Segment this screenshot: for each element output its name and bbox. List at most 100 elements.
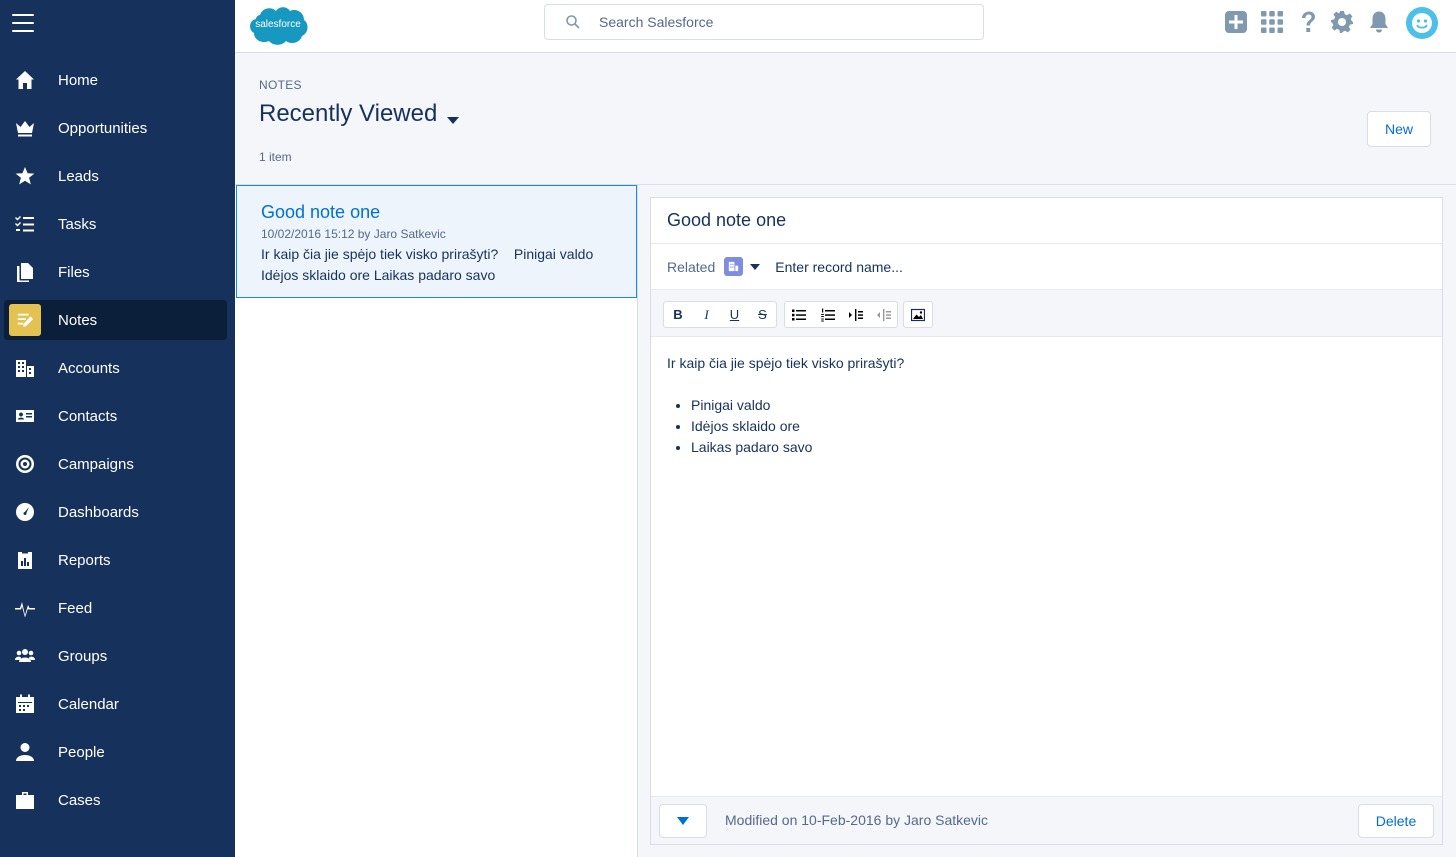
record-type-icon[interactable]: [724, 257, 744, 276]
note-list: Good note one 10/02/2016 15:12 by Jaro S…: [235, 185, 638, 857]
nav-item-files[interactable]: Files: [4, 252, 227, 292]
star-icon: [4, 166, 46, 186]
nav-item-reports[interactable]: Reports: [4, 540, 227, 580]
nav-item-accounts[interactable]: Accounts: [4, 348, 227, 388]
indent-icon: [848, 308, 863, 321]
nav-label: Files: [58, 263, 90, 281]
note-title-input[interactable]: [651, 198, 1442, 244]
nav-item-notes[interactable]: Notes: [4, 300, 227, 340]
bulleted-list-button[interactable]: [785, 302, 813, 327]
note-meta: 10/02/2016 15:12 by Jaro Satkevic: [261, 227, 446, 241]
object-label: NOTES: [259, 78, 302, 92]
nav-label: Leads: [58, 167, 99, 185]
list-view-header: NOTES Recently Viewed 1 item New: [235, 53, 1456, 185]
numbered-list-button[interactable]: [813, 302, 841, 327]
note-body[interactable]: Ir kaip čia jie spėjo tiek visko prirašy…: [667, 353, 1427, 458]
italic-button[interactable]: I: [692, 302, 720, 327]
contact-card-icon: [4, 406, 46, 426]
building-icon: [4, 358, 46, 378]
indent-button[interactable]: [841, 302, 869, 327]
gauge-icon: [4, 502, 46, 522]
nav-item-groups[interactable]: Groups: [4, 636, 227, 676]
nav-item-contacts[interactable]: Contacts: [4, 396, 227, 436]
underline-button[interactable]: U: [720, 302, 748, 327]
list-view-title[interactable]: Recently Viewed: [259, 100, 437, 128]
chevron-down-icon[interactable]: [446, 115, 460, 125]
list-item: Pinigai valdo: [691, 395, 1427, 416]
note-bullet-list: Pinigai valdo Idėjos sklaido ore Laikas …: [667, 395, 1427, 458]
outdent-icon: [876, 308, 891, 321]
app-launcher-icon[interactable]: [1260, 10, 1284, 34]
insert-image-button[interactable]: [904, 302, 932, 327]
chevron-down-icon: [677, 817, 689, 825]
delete-button[interactable]: Delete: [1358, 804, 1434, 838]
modified-info: Modified on 10-Feb-2016 by Jaro Satkevic: [725, 812, 989, 828]
target-icon: [4, 454, 46, 474]
nav-label: Accounts: [58, 359, 120, 377]
setup-gear-icon[interactable]: [1330, 10, 1354, 34]
nav-label: Cases: [58, 791, 101, 809]
list-format-group: [784, 301, 898, 328]
strikethrough-button[interactable]: S: [748, 302, 776, 327]
image-icon: [911, 308, 925, 321]
rich-text-toolbar: B I U S: [651, 290, 1442, 337]
nav-item-feed[interactable]: Feed: [4, 588, 227, 628]
editor-footer: Modified on 10-Feb-2016 by Jaro Satkevic…: [651, 796, 1442, 844]
salesforce-logo[interactable]: salesforce: [246, 3, 310, 47]
bulleted-list-icon: [792, 309, 806, 320]
menu-icon[interactable]: [12, 14, 34, 32]
related-row: Related: [651, 244, 1442, 290]
global-search[interactable]: [544, 4, 984, 40]
crown-icon: [4, 118, 46, 138]
nav-item-tasks[interactable]: Tasks: [4, 204, 227, 244]
record-name-input[interactable]: [775, 258, 1176, 275]
note-editor: Related B I U S: [650, 197, 1443, 845]
files-icon: [4, 262, 46, 282]
avatar[interactable]: [1406, 7, 1438, 39]
insert-group: [903, 301, 933, 328]
more-actions-button[interactable]: [659, 804, 707, 838]
nav-label: Opportunities: [58, 119, 148, 137]
nav-item-dashboards[interactable]: Dashboards: [4, 492, 227, 532]
note-paragraph: Ir kaip čia jie spėjo tiek visko prirašy…: [667, 355, 905, 371]
nav-label: People: [58, 743, 105, 761]
search-input[interactable]: [599, 14, 959, 30]
nav-item-calendar[interactable]: Calendar: [4, 684, 227, 724]
search-icon: [566, 15, 580, 29]
note-title-link[interactable]: Good note one: [261, 202, 380, 223]
person-icon: [4, 742, 46, 762]
nav-label: Reports: [58, 551, 111, 569]
report-icon: [4, 550, 46, 570]
notifications-bell-icon[interactable]: [1367, 10, 1391, 34]
nav-item-leads[interactable]: Leads: [4, 156, 227, 196]
nav-item-people[interactable]: People: [4, 732, 227, 772]
groups-icon: [4, 646, 46, 666]
nav-label: Campaigns: [58, 455, 134, 473]
task-list-icon: [4, 214, 46, 234]
nav-item-campaigns[interactable]: Campaigns: [4, 444, 227, 484]
list-item: Idėjos sklaido ore: [691, 416, 1427, 437]
nav-item-home[interactable]: Home: [4, 60, 227, 100]
nav-label: Groups: [58, 647, 108, 665]
nav-label: Calendar: [58, 695, 119, 713]
nav-label: Notes: [58, 311, 98, 329]
note-preview: Ir kaip čia jie spėjo tiek visko prirašy…: [261, 246, 598, 283]
list-item[interactable]: Good note one 10/02/2016 15:12 by Jaro S…: [236, 185, 637, 298]
nav-item-opportunities[interactable]: Opportunities: [4, 108, 227, 148]
bold-button[interactable]: B: [664, 302, 692, 327]
new-button[interactable]: New: [1367, 111, 1431, 147]
notes-icon: [9, 304, 41, 336]
help-icon[interactable]: [1296, 10, 1320, 34]
outdent-button[interactable]: [869, 302, 897, 327]
briefcase-icon: [4, 790, 46, 810]
global-actions-icon[interactable]: [1224, 10, 1248, 34]
svg-text:salesforce: salesforce: [255, 19, 301, 30]
nav-item-cases[interactable]: Cases: [4, 780, 227, 820]
chevron-down-icon[interactable]: [750, 263, 761, 271]
list-item: Laikas padaro savo: [691, 437, 1427, 458]
sidebar: Home Opportunities Leads Tasks Files Not…: [0, 0, 235, 857]
nav-label: Home: [58, 71, 99, 89]
text-format-group: B I U S: [663, 301, 777, 328]
related-label: Related: [667, 258, 716, 275]
home-icon: [4, 70, 46, 90]
